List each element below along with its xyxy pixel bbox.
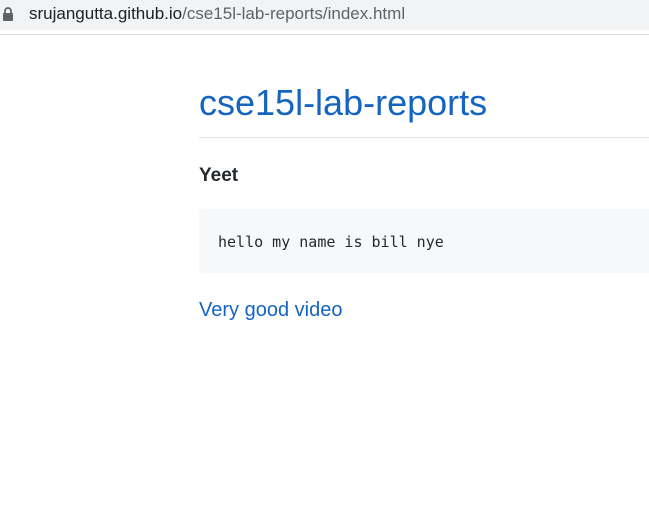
toolbar-divider — [0, 34, 649, 35]
lock-icon[interactable] — [2, 6, 14, 22]
url-text[interactable]: srujangutta.github.io/cse15l-lab-reports… — [29, 4, 405, 24]
title-divider — [199, 137, 649, 138]
url-host: srujangutta.github.io — [29, 4, 183, 23]
section-heading: Yeet — [199, 165, 239, 186]
address-bar[interactable]: srujangutta.github.io/cse15l-lab-reports… — [0, 0, 649, 30]
code-block: hello my name is bill nye — [199, 209, 649, 273]
url-path: /cse15l-lab-reports/index.html — [182, 4, 406, 23]
code-text: hello my name is bill nye — [218, 233, 444, 251]
page-title[interactable]: cse15l-lab-reports — [199, 80, 487, 126]
video-link[interactable]: Very good video — [199, 298, 342, 322]
